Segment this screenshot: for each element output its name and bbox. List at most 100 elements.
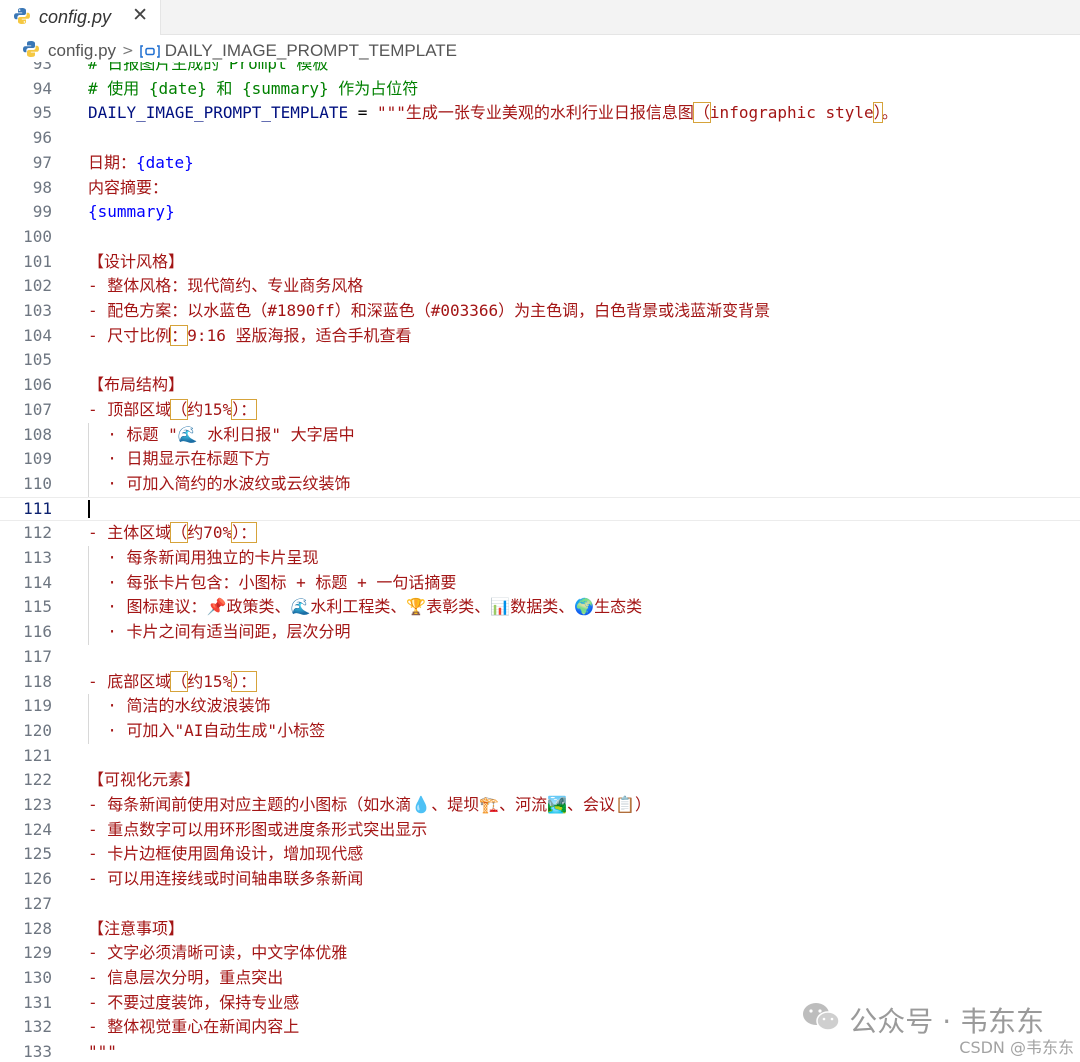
code-text: - 顶部区域（约15%）： bbox=[88, 398, 258, 423]
code-token: 。 bbox=[881, 103, 898, 123]
code-line[interactable]: 115 · 图标建议：📌政策类、🌊水利工程类、🏆表彰类、📊数据类、🌍生态类 bbox=[0, 595, 1080, 620]
code-line[interactable]: 113 · 每条新闻用独立的卡片呈现 bbox=[0, 546, 1080, 571]
breadcrumb-file[interactable]: config.py bbox=[48, 41, 116, 61]
wechat-icon bbox=[801, 1001, 841, 1040]
code-text: - 底部区域（约15%）： bbox=[88, 670, 258, 695]
code-token: = bbox=[348, 103, 377, 123]
code-line[interactable]: 121 bbox=[0, 744, 1080, 769]
code-line[interactable]: 97 日期：{date} bbox=[0, 151, 1080, 176]
line-number: 107 bbox=[23, 399, 52, 419]
code-line[interactable]: 94 # 使用 {date} 和 {summary} 作为占位符 bbox=[0, 77, 1080, 102]
code-line[interactable]: 111 bbox=[0, 497, 1080, 522]
code-token: infographic style bbox=[709, 103, 874, 123]
code-text: DAILY_IMAGE_PROMPT_TEMPLATE = """生成一张专业美… bbox=[88, 101, 898, 126]
code-line[interactable]: 114 · 每张卡片包含：小图标 + 标题 + 一句话摘要 bbox=[0, 571, 1080, 596]
line-number: 127 bbox=[23, 893, 52, 913]
code-token: 约15% bbox=[187, 399, 233, 419]
code-text: 【可视化元素】 bbox=[88, 770, 201, 790]
code-line[interactable]: 109 · 日期显示在标题下方 bbox=[0, 447, 1080, 472]
line-number: 113 bbox=[23, 548, 52, 567]
code-line[interactable]: 122 【可视化元素】 bbox=[0, 768, 1080, 793]
line-number: 111 bbox=[23, 498, 52, 518]
code-text: # 使用 {date} 和 {summary} 作为占位符 bbox=[88, 78, 419, 98]
code-line[interactable]: 104 - 尺寸比例：9:16 竖版海报，适合手机查看 bbox=[0, 324, 1080, 349]
code-token: 日期： bbox=[88, 152, 137, 172]
code-line[interactable]: 106 【布局结构】 bbox=[0, 373, 1080, 398]
code-line[interactable]: 123 - 每条新闻前使用对应主题的小图标（如水滴💧、堤坝🏗️、河流🏞️、会议📋） bbox=[0, 793, 1080, 818]
code-text: 内容摘要： bbox=[88, 177, 169, 197]
code-line[interactable]: 129 - 文字必须清晰可读，中文字体优雅 bbox=[0, 941, 1080, 966]
line-number: 110 bbox=[23, 473, 52, 493]
code-line[interactable]: 125 - 卡片边框使用圆角设计，增加现代感 bbox=[0, 842, 1080, 867]
code-token: - 顶部区域 bbox=[88, 399, 172, 419]
code-text: - 重点数字可以用环形图或进度条形式突出显示 bbox=[88, 819, 428, 839]
close-icon[interactable]: ✕ bbox=[132, 4, 148, 26]
code-line[interactable]: 116 · 卡片之间有适当间距，层次分明 bbox=[0, 620, 1080, 645]
line-number: 118 bbox=[23, 671, 52, 691]
code-editor[interactable]: 93 # 日报图片生成的 Prompt 模板 94 # 使用 {date} 和 {su… bbox=[0, 62, 1080, 1062]
code-line[interactable]: 103 - 配色方案：以水蓝色（#1890ff）和深蓝色（#003366）为主色调… bbox=[0, 299, 1080, 324]
bracket-match-highlight: （ bbox=[170, 670, 189, 692]
code-line[interactable]: 108 · 标题 "🌊 水利日报" 大字居中 bbox=[0, 423, 1080, 448]
bracket-match-highlight: （ bbox=[692, 102, 711, 124]
code-line[interactable]: 96 bbox=[0, 126, 1080, 151]
code-text: · 卡片之间有适当间距，层次分明 bbox=[88, 622, 351, 642]
line-number: 124 bbox=[23, 819, 52, 839]
code-line[interactable]: 130 - 信息层次分明，重点突出 bbox=[0, 966, 1080, 991]
code-line[interactable]: 119 · 简洁的水纹波浪装饰 bbox=[0, 694, 1080, 719]
code-token: - 尺寸比例 bbox=[88, 325, 172, 345]
chevron-right-icon: > bbox=[122, 43, 134, 59]
code-line[interactable]: 126 - 可以用连接线或时间轴串联多条新闻 bbox=[0, 867, 1080, 892]
code-text: """ bbox=[88, 1042, 117, 1061]
line-number: 105 bbox=[23, 350, 52, 370]
code-line[interactable]: 100 bbox=[0, 225, 1080, 250]
code-text: · 日期显示在标题下方 bbox=[88, 449, 271, 469]
code-line[interactable]: 118 - 底部区域（约15%）： bbox=[0, 670, 1080, 695]
code-text: - 尺寸比例：9:16 竖版海报，适合手机查看 bbox=[88, 324, 411, 349]
line-number: 103 bbox=[23, 301, 52, 320]
code-line[interactable]: 112 - 主体区域（约70%）： bbox=[0, 521, 1080, 546]
code-text: 【布局结构】 bbox=[88, 375, 185, 395]
code-token: 约15% bbox=[187, 671, 233, 691]
python-file-icon bbox=[22, 40, 40, 63]
code-text: # 日报图片生成的 Prompt 模板 bbox=[88, 62, 329, 73]
code-line[interactable]: 128 【注意事项】 bbox=[0, 917, 1080, 942]
line-number: 114 bbox=[23, 572, 52, 592]
code-text: 【注意事项】 bbox=[88, 918, 185, 938]
tab-config-py[interactable]: config.py ✕ bbox=[0, 0, 161, 35]
code-text: - 配色方案：以水蓝色（#1890ff）和深蓝色（#003366）为主色调，白色… bbox=[88, 301, 771, 320]
line-number: 106 bbox=[23, 375, 52, 395]
code-token: """生成一张专业美观的水利行业日报信息图 bbox=[377, 103, 694, 123]
code-line[interactable]: 98 内容摘要： bbox=[0, 176, 1080, 201]
bracket-match-highlight: （ bbox=[170, 522, 189, 544]
code-text: · 每张卡片包含：小图标 + 标题 + 一句话摘要 bbox=[88, 572, 457, 592]
line-number: 94 bbox=[32, 78, 52, 98]
code-token: 约70% bbox=[187, 523, 233, 543]
code-line[interactable]: 105 bbox=[0, 348, 1080, 373]
code-text: - 可以用连接线或时间轴串联多条新闻 bbox=[88, 869, 364, 889]
code-text: 【设计风格】 bbox=[88, 251, 185, 271]
line-number: 104 bbox=[23, 325, 52, 345]
code-line[interactable]: 93 # 日报图片生成的 Prompt 模板 bbox=[0, 62, 1080, 77]
code-text: - 主体区域（约70%）： bbox=[88, 521, 258, 546]
line-number: 122 bbox=[23, 770, 52, 790]
code-line[interactable]: 101 【设计风格】 bbox=[0, 250, 1080, 275]
line-number: 115 bbox=[23, 597, 52, 617]
code-line[interactable]: 102 - 整体风格：现代简约、专业商务风格 bbox=[0, 274, 1080, 299]
line-number: 121 bbox=[23, 745, 52, 765]
code-line[interactable]: 95 DAILY_IMAGE_PROMPT_TEMPLATE = """生成一张专… bbox=[0, 101, 1080, 126]
code-line[interactable]: 99 {summary} bbox=[0, 200, 1080, 225]
code-line[interactable]: 110 · 可加入简约的水波纹或云纹装饰 bbox=[0, 472, 1080, 497]
code-line[interactable]: 124 - 重点数字可以用环形图或进度条形式突出显示 bbox=[0, 818, 1080, 843]
line-number: 133 bbox=[23, 1042, 52, 1061]
line-number: 129 bbox=[23, 943, 52, 963]
breadcrumb-symbol[interactable]: DAILY_IMAGE_PROMPT_TEMPLATE bbox=[165, 41, 457, 61]
code-line[interactable]: 107 - 顶部区域（约15%）： bbox=[0, 398, 1080, 423]
code-text: 日期：{date} bbox=[88, 151, 194, 176]
line-number: 98 bbox=[32, 177, 52, 197]
code-line[interactable]: 133 """ bbox=[0, 1040, 1080, 1062]
line-number: 117 bbox=[23, 646, 52, 666]
code-line[interactable]: 120 · 可加入"AI自动生成"小标签 bbox=[0, 719, 1080, 744]
code-line[interactable]: 127 bbox=[0, 892, 1080, 917]
code-line[interactable]: 117 bbox=[0, 645, 1080, 670]
